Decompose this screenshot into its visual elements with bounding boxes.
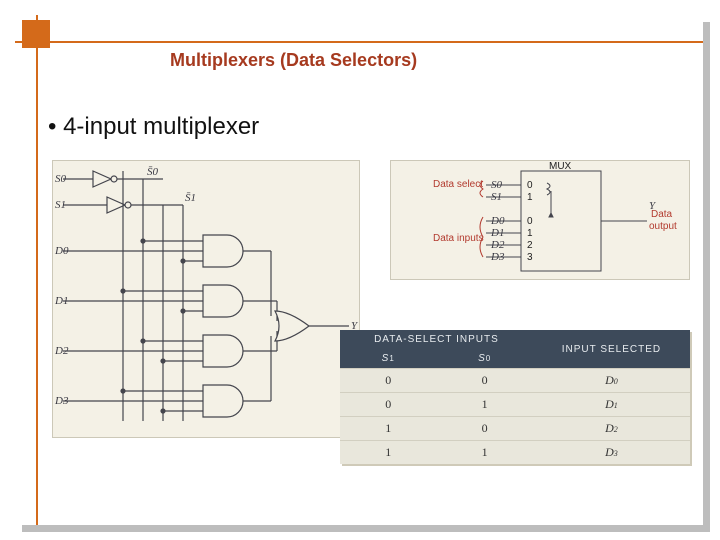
label-d3: D3 bbox=[54, 395, 69, 407]
horizontal-rule bbox=[15, 41, 703, 43]
truth-header-s0: S0 bbox=[436, 349, 532, 369]
mux-idx-d0: 0 bbox=[527, 216, 533, 227]
mux-d0: D0 bbox=[490, 215, 505, 227]
mux-d1: D1 bbox=[490, 227, 504, 239]
cell: 1 bbox=[436, 441, 532, 465]
bullet-text: 4-input multiplexer bbox=[48, 113, 259, 141]
mux-title: MUX bbox=[549, 161, 572, 172]
truth-header-sel: INPUT SELECTED bbox=[533, 330, 690, 369]
mux-s1: S1 bbox=[491, 191, 502, 203]
slide-title: Multiplexers (Data Selectors) bbox=[170, 50, 417, 71]
cell: 1 bbox=[340, 441, 436, 465]
truth-table: DATA-SELECT INPUTS INPUT SELECTED S1 S0 … bbox=[340, 330, 690, 464]
mux-s0: S0 bbox=[491, 179, 503, 191]
mux-d2: D2 bbox=[490, 239, 505, 251]
mux-idx-s1: 1 bbox=[527, 192, 533, 203]
cell: D3 bbox=[533, 441, 690, 465]
label-s0bar: S̄0 bbox=[147, 166, 159, 178]
label-s1: S1 bbox=[55, 199, 66, 211]
mux-data-inputs-label: Data inputs bbox=[433, 233, 484, 244]
gate-circuit-figure: S0 S1 S̄0 S̄1 D0 D1 D2 D3 Y bbox=[52, 160, 360, 438]
mux-idx-d1: 1 bbox=[527, 228, 533, 239]
mux-d3: D3 bbox=[490, 251, 505, 263]
mux-idx-d3: 3 bbox=[527, 252, 533, 263]
vertical-rule bbox=[36, 15, 38, 525]
cell: D0 bbox=[533, 369, 690, 393]
truth-header-group: DATA-SELECT INPUTS bbox=[340, 330, 533, 349]
cell: 0 bbox=[340, 393, 436, 417]
cell: D2 bbox=[533, 417, 690, 441]
cell: D1 bbox=[533, 393, 690, 417]
table-row: 1 1 D3 bbox=[340, 441, 690, 465]
cell: 0 bbox=[436, 417, 532, 441]
truth-header-s1: S1 bbox=[340, 349, 436, 369]
mux-data-select-label: Data select bbox=[433, 179, 483, 190]
mux-idx-s0: 0 bbox=[527, 180, 533, 191]
table-row: 0 1 D1 bbox=[340, 393, 690, 417]
cell: 0 bbox=[340, 369, 436, 393]
gate-circuit-svg: S0 S1 S̄0 S̄1 D0 D1 D2 D3 Y bbox=[53, 161, 361, 439]
mux-block-figure: MUX Data select Data inputs Data output … bbox=[390, 160, 690, 280]
mux-idx-d2: 2 bbox=[527, 240, 533, 251]
cell: 1 bbox=[436, 393, 532, 417]
label-d0: D0 bbox=[54, 245, 69, 257]
mux-block-svg: MUX Data select Data inputs Data output … bbox=[391, 161, 691, 281]
table-row: 0 0 D0 bbox=[340, 369, 690, 393]
label-s1bar: S̄1 bbox=[185, 192, 196, 204]
label-s0: S0 bbox=[55, 173, 67, 185]
label-d2: D2 bbox=[54, 345, 69, 357]
label-d1: D1 bbox=[54, 295, 68, 307]
cell: 0 bbox=[436, 369, 532, 393]
table-row: 1 0 D2 bbox=[340, 417, 690, 441]
corner-square bbox=[22, 20, 50, 48]
cell: 1 bbox=[340, 417, 436, 441]
mux-output-label-bot: output bbox=[649, 221, 677, 232]
